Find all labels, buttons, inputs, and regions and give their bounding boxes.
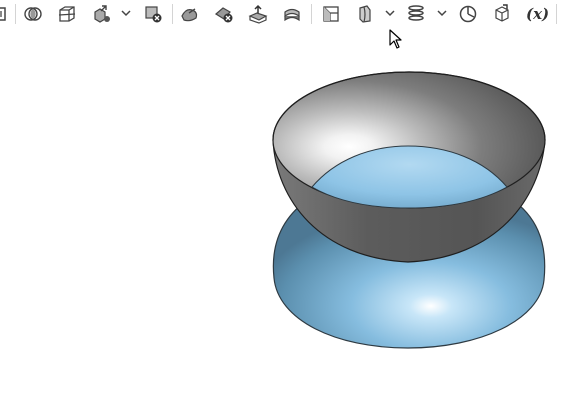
toolbar-separator bbox=[556, 4, 557, 24]
plane-icon[interactable] bbox=[320, 3, 342, 25]
equations-icon[interactable]: (x) bbox=[526, 4, 549, 24]
helix-icon[interactable] bbox=[405, 3, 427, 25]
chevron-down-icon[interactable] bbox=[437, 8, 447, 18]
chevron-down-icon[interactable] bbox=[385, 8, 395, 18]
thicken-icon[interactable] bbox=[281, 3, 303, 25]
curvature-icon[interactable] bbox=[457, 3, 479, 25]
deform-face-icon[interactable] bbox=[179, 3, 201, 25]
toolbar-separator bbox=[311, 4, 312, 24]
move-copy-icon[interactable] bbox=[90, 3, 112, 25]
split-line-icon[interactable] bbox=[354, 3, 376, 25]
delete-body-icon[interactable] bbox=[142, 3, 164, 25]
toolbar-separator bbox=[172, 4, 173, 24]
combine-icon[interactable] bbox=[22, 3, 44, 25]
partial-body-icon[interactable] bbox=[0, 3, 10, 25]
split-body-icon[interactable] bbox=[56, 3, 78, 25]
chevron-down-icon[interactable] bbox=[121, 8, 131, 18]
cad-application: (x) bbox=[0, 0, 562, 406]
move-face-icon[interactable] bbox=[247, 3, 269, 25]
toolbar-separator bbox=[15, 4, 16, 24]
mouse-pointer-icon bbox=[389, 29, 402, 49]
graphics-viewport[interactable] bbox=[0, 30, 562, 406]
instant3d-icon[interactable] bbox=[491, 3, 513, 25]
delete-face-icon[interactable] bbox=[213, 3, 235, 25]
feature-toolbar: (x) bbox=[0, 0, 562, 30]
